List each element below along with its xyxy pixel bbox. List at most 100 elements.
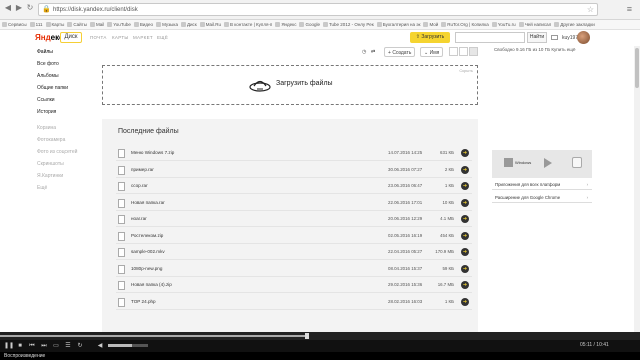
mail-icon[interactable] (551, 35, 558, 40)
bookmark-item[interactable]: Мой (423, 22, 438, 27)
bookmark-item[interactable]: Бухгалтерия на эк (376, 22, 420, 27)
find-button[interactable]: Найти (527, 32, 547, 43)
chrome-extension-link[interactable]: Расширение для Google Chrome › (492, 192, 592, 203)
bookmark-item[interactable]: YouTube (107, 22, 131, 27)
share-icon[interactable]: ➜ (461, 198, 469, 207)
pause-icon[interactable]: ❚❚ (4, 342, 14, 350)
bookmark-item[interactable]: Чей написал (518, 22, 551, 27)
bookmark-item[interactable]: RuTor.Org | Копилка (441, 22, 489, 27)
bookmark-item[interactable]: Сервисы (2, 22, 27, 27)
sidebar-item-more[interactable]: Ещё (37, 182, 97, 194)
file-row[interactable]: ccop.rar 23.06.2016 06:47 1 КБ ➜ (116, 180, 472, 194)
sidebar: Файлы Все фото Альбомы Общие папки Ссылк… (37, 46, 97, 194)
sidebar-item-links[interactable]: Ссылки (37, 94, 97, 106)
bookmark-item[interactable]: 111 (29, 22, 43, 27)
sidebar-item-camera[interactable]: Фотокамера (37, 134, 97, 146)
loop-icon[interactable]: ↻ (76, 342, 84, 350)
nav-more[interactable]: ЕЩЁ (157, 35, 168, 40)
page-scrollbar[interactable] (634, 46, 640, 332)
playlist-icon[interactable]: ☰ (64, 342, 72, 350)
previous-icon[interactable]: ⏮ (28, 342, 36, 350)
bookmark-item[interactable]: В контакте | Купля-п (224, 22, 272, 27)
apps-promo-banner[interactable]: Windows (492, 150, 592, 178)
reload-icon[interactable]: ↻ (25, 3, 35, 12)
bookmark-item[interactable]: Mail.Ru (199, 22, 222, 27)
nav-mail[interactable]: ПОЧТА (90, 35, 107, 40)
share-icon[interactable]: ➜ (461, 297, 469, 306)
share-icon[interactable]: ➜ (461, 248, 469, 256)
file-date: 29.02.2016 15:36 (388, 282, 423, 287)
file-row[interactable]: ноаг.rar 20.06.2016 12:29 4.1 МБ ➜ (116, 213, 472, 227)
bookmark-icon (180, 22, 186, 27)
bookmark-item[interactable]: YouTu.ru (491, 22, 516, 27)
share-icon[interactable]: ➜ (461, 281, 469, 289)
bookmark-item[interactable]: Сайты (67, 22, 87, 27)
nav-maps[interactable]: КАРТЫ (112, 35, 129, 40)
buy-more-link[interactable]: Купить ещё (551, 47, 575, 52)
file-row[interactable]: Новая папка (4).zip 29.02.2016 15:36 16.7 … (116, 279, 472, 293)
avatar[interactable] (577, 31, 590, 44)
bookmark-item[interactable]: Tube 2012 - Онлу Рек (322, 22, 374, 27)
all-platforms-link[interactable]: Приложения для всех платформ › (492, 179, 592, 190)
file-row[interactable]: sample-002.mkv 22.04.2016 05:27 170.9 МБ ➜ (116, 246, 472, 260)
share-icon[interactable]: ➜ (461, 182, 469, 190)
files-toolbar: ◷ ⇄ + Создать ⌄ Имя (360, 46, 480, 58)
share-icon[interactable]: ➜ (461, 165, 469, 174)
address-bar[interactable]: 🔒 https://disk.yandex.ru/client/disk ☆ (38, 3, 598, 16)
upload-button[interactable]: ⇧ Загрузить (410, 32, 450, 43)
nav-market[interactable]: МАРКЕТ (133, 35, 153, 40)
file-row[interactable]: пример.rar 30.06.2016 07:27 2 КБ ➜ (116, 164, 472, 178)
bookmark-star-icon[interactable]: ☆ (587, 4, 594, 16)
bookmark-item[interactable]: Видео (133, 22, 153, 27)
sidebar-item-all-photos[interactable]: Все фото (37, 58, 97, 70)
share-icon[interactable]: ➜ (461, 264, 469, 273)
scroll-thumb[interactable] (635, 48, 639, 88)
bookmark-item[interactable]: Музыка (156, 22, 178, 27)
file-row[interactable]: Ростелеком.zip 02.05.2016 16:19 454 КБ ➜ (116, 230, 472, 244)
volume-slider[interactable] (108, 344, 148, 347)
volume-icon[interactable]: ◀ (96, 342, 104, 350)
browser-toolbar: ◀ ▶ ↻ 🔒 https://disk.yandex.ru/client/di… (0, 0, 640, 20)
list-view-icon[interactable] (469, 47, 478, 56)
disk-service-button[interactable]: Диск (60, 32, 82, 43)
file-row[interactable]: Меню Windows 7.zip 14.07.2016 14:25 631 КБ… (116, 147, 472, 161)
file-row[interactable]: 1080p-new.png 08.04.2016 15:37 59 КБ ➜ (116, 263, 472, 277)
sidebar-item-albums[interactable]: Альбомы (37, 70, 97, 82)
grid-large-view-icon[interactable] (449, 47, 458, 56)
back-icon[interactable]: ◀ (3, 3, 13, 12)
share-icon[interactable]: ➜ (461, 231, 469, 240)
search-input[interactable] (455, 32, 525, 43)
sidebar-item-images[interactable]: Я.Картинки (37, 170, 97, 182)
share-icon[interactable]: ➜ (461, 215, 469, 223)
browser-menu-icon[interactable]: ≡ (627, 4, 632, 14)
clock-icon[interactable]: ◷ (362, 47, 366, 57)
bookmark-item[interactable]: Яндекс (275, 22, 296, 27)
share-icon[interactable]: ➜ (461, 149, 469, 157)
sort-button[interactable]: ⌄ Имя (420, 47, 444, 57)
sidebar-item-screenshots[interactable]: Скриншоты (37, 158, 97, 170)
file-row[interactable]: TOP 24.php 28.02.2016 16:03 1 КБ ➜ (116, 296, 472, 310)
sync-icon[interactable]: ⇄ (371, 47, 375, 57)
sidebar-item-files[interactable]: Файлы (37, 46, 97, 58)
sidebar-item-social-photos[interactable]: Фото из соцсетей (37, 146, 97, 158)
hide-dropzone-link[interactable]: Скрыть (459, 68, 473, 73)
grid-small-view-icon[interactable] (459, 47, 468, 56)
sidebar-item-history[interactable]: История (37, 106, 97, 118)
create-button[interactable]: + Создать (384, 47, 416, 57)
bookmark-item[interactable]: Диск (180, 22, 197, 27)
sidebar-item-trash[interactable]: Корзина (37, 122, 97, 134)
sidebar-item-shared[interactable]: Общие папки (37, 82, 97, 94)
bookmark-item[interactable]: Другие закладки (554, 22, 595, 27)
bookmark-item[interactable]: Google (299, 22, 320, 27)
stop-icon[interactable]: ■ (16, 342, 24, 350)
seek-handle[interactable] (305, 333, 310, 339)
forward-icon[interactable]: ▶ (14, 3, 24, 12)
bookmark-item[interactable]: Mail (89, 22, 104, 27)
bookmark-item[interactable]: Карты (45, 22, 64, 27)
next-icon[interactable]: ⏭ (40, 342, 48, 350)
bookmark-label: Mail.Ru (205, 22, 222, 27)
seek-bar[interactable] (0, 332, 640, 340)
file-row[interactable]: Новая папка.rar 22.06.2016 17:01 10 КБ ➜ (116, 197, 472, 211)
fullscreen-icon[interactable]: ▭ (52, 342, 60, 350)
upload-dropzone[interactable]: Загрузить файлы Скрыть (102, 65, 478, 105)
